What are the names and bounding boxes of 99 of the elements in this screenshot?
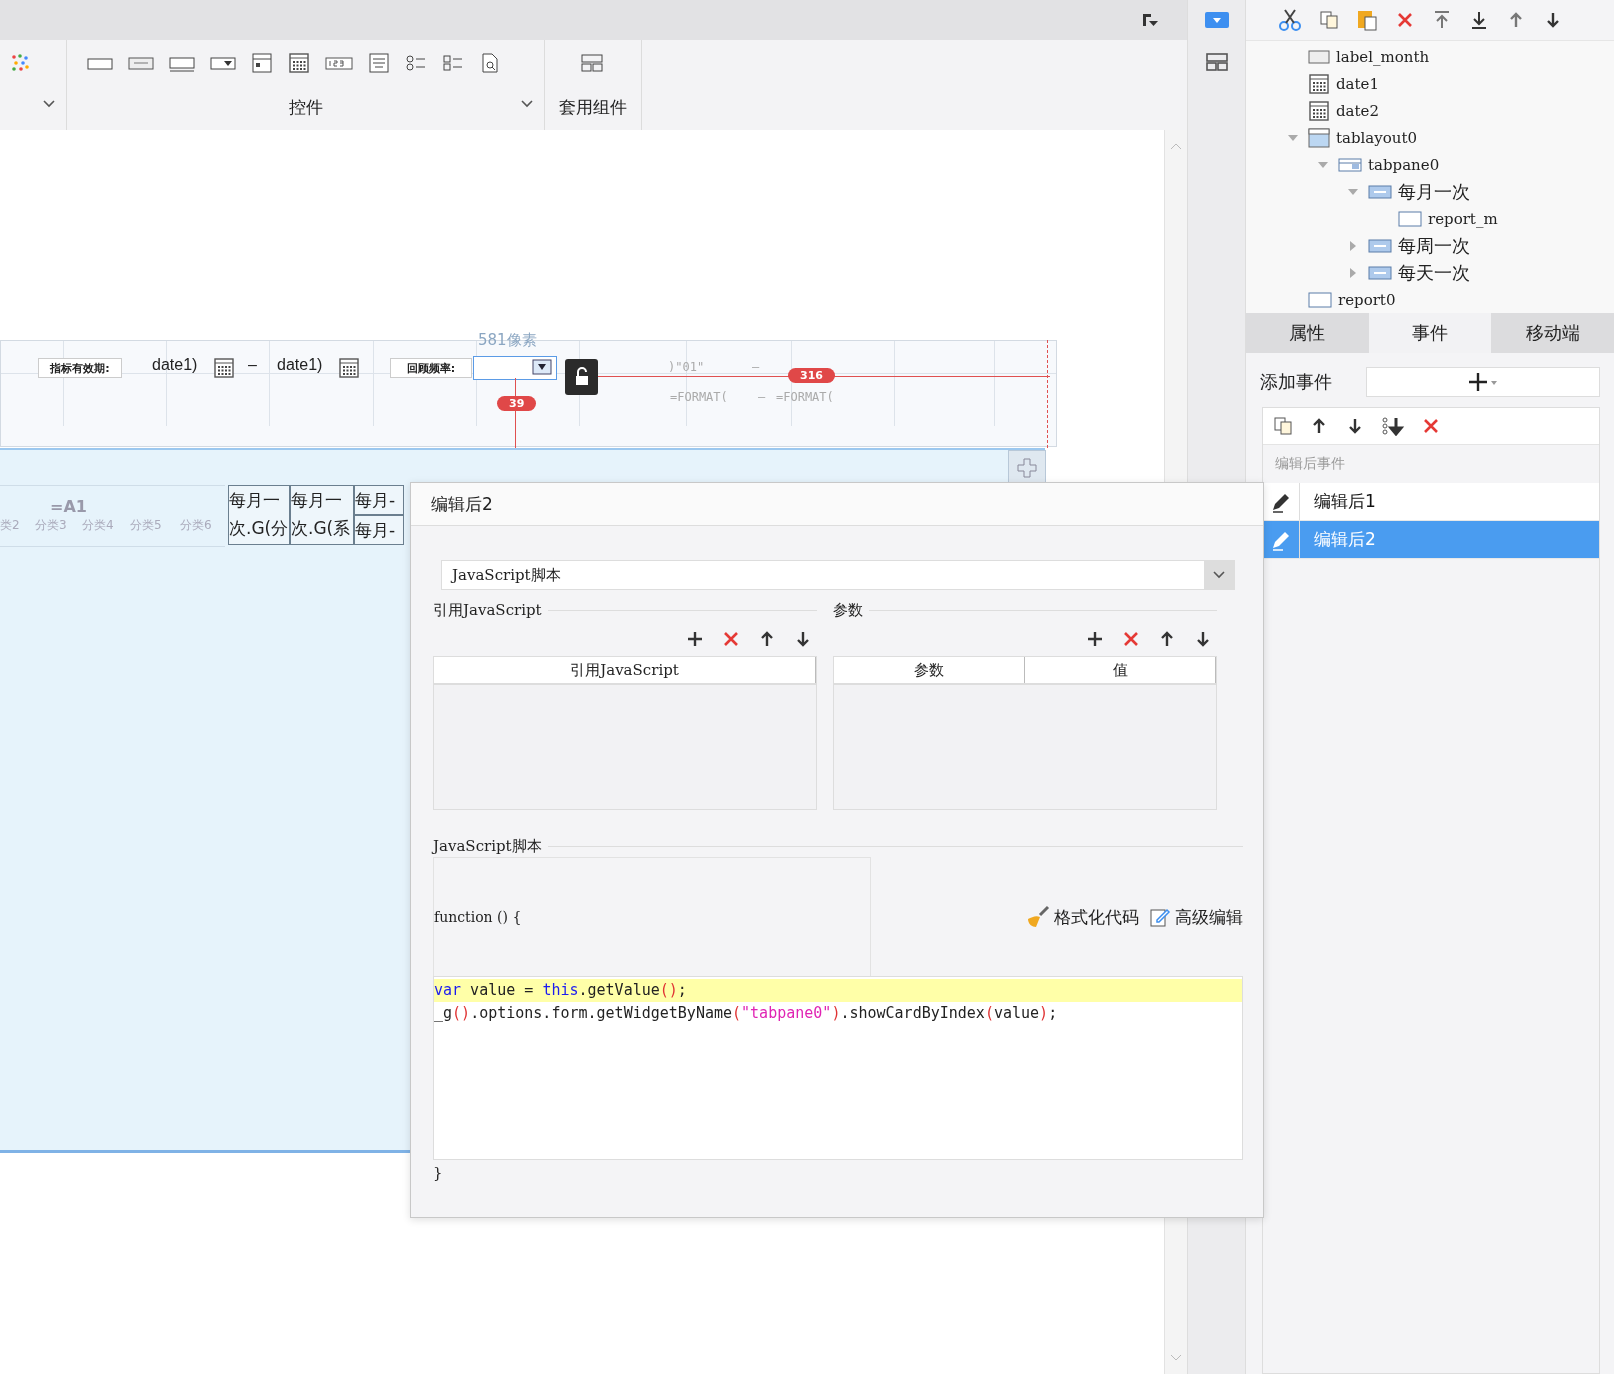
tree-item[interactable]: report0 (1338, 290, 1396, 309)
tree-item[interactable]: date2 (1336, 101, 1379, 120)
sparkle-icon[interactable] (10, 52, 30, 73)
code-line: _g().options.form.getWidgetByName("tabpane0").showCardByIndex(value); (434, 1003, 1059, 1024)
report-icon (1308, 291, 1332, 308)
chevron-down-icon[interactable] (520, 99, 534, 109)
faded-dash: – (752, 360, 760, 374)
dash-text: – (248, 356, 257, 374)
paste-icon[interactable] (1356, 9, 1378, 31)
plus-icon (1016, 457, 1038, 479)
formula-text: =A1 (50, 498, 87, 515)
tab-icon (1368, 238, 1392, 253)
add-icon[interactable] (685, 629, 705, 649)
chevron-down-icon[interactable] (42, 99, 56, 109)
dialog-title: 编辑后2 (431, 492, 493, 516)
tree-item[interactable]: tablayout0 (1336, 128, 1418, 147)
calendar-icon (338, 357, 360, 379)
table-cell: 每月一次.G(系 (290, 485, 354, 545)
document-search-icon[interactable] (479, 52, 501, 73)
expand-arrow-icon[interactable] (1348, 186, 1358, 197)
table-cell: 每月- (354, 515, 404, 545)
column-header: 引用JavaScript (434, 657, 816, 683)
expand-arrow-icon[interactable] (1348, 267, 1358, 278)
header-cell: 分类3 (35, 518, 67, 532)
group-label: 套用组件 (559, 96, 627, 119)
table-cell: 每月一次.G(分 (228, 485, 290, 545)
tree-item[interactable]: tabpane0 (1368, 155, 1440, 174)
advanced-edit-button[interactable]: 高级编辑 (1149, 905, 1243, 929)
faded-formula: )"01" (668, 360, 705, 374)
tree-item[interactable]: label_month (1336, 47, 1430, 66)
faded-dash: – (758, 390, 766, 404)
widget-dropdown-icon[interactable] (1203, 10, 1230, 30)
layout-icon[interactable] (1204, 52, 1229, 72)
report-icon (1398, 210, 1422, 227)
section-label: 引用JavaScript (433, 600, 542, 620)
expand-arrow-icon[interactable] (1288, 132, 1298, 143)
faded-formula: =FORMAT( (776, 390, 834, 404)
tree-item[interactable]: 每月一次 (1398, 179, 1470, 204)
form-label: 指标有效期: (38, 358, 122, 378)
add-event-label: 添加事件 (1260, 370, 1332, 394)
brush-icon (1026, 905, 1050, 929)
sort-down-icon[interactable] (1381, 416, 1405, 436)
copy-icon[interactable] (1319, 10, 1339, 30)
dropdown-corner-icon[interactable] (1141, 12, 1159, 28)
tab-icon (1368, 184, 1392, 199)
panel-tab[interactable]: 事件 (1368, 313, 1492, 353)
expand-arrow-icon[interactable] (1318, 159, 1328, 170)
table-cell: 每月- (354, 485, 404, 515)
code-editor[interactable]: var value = this.getValue(); _g().options.form.getWidgetByName("tabpane0").showCardByIndex(value); (433, 976, 1243, 1160)
section-label: JavaScript脚本 (433, 836, 542, 856)
event-group-label: 编辑后事件 (1274, 454, 1346, 473)
date-field[interactable]: date1) (277, 356, 323, 374)
faded-formula: =FORMAT( (670, 390, 728, 404)
function-footer: } (433, 1164, 1243, 1182)
plus-dropdown-icon (1467, 371, 1499, 393)
calendar-icon (1308, 99, 1330, 122)
width-hint: 581像素 (478, 331, 537, 350)
move-top-icon[interactable] (1432, 10, 1452, 30)
move-bottom-icon[interactable] (1469, 10, 1489, 30)
radio-group-icon[interactable] (405, 52, 427, 73)
section-label: 参数 (833, 600, 863, 620)
label-icon (1308, 49, 1330, 64)
tab-pane-icon (1338, 157, 1362, 172)
calendar-icon (213, 357, 235, 379)
lock-icon (573, 367, 590, 387)
height-badge: 39 (497, 396, 537, 411)
layout-icon[interactable] (580, 52, 604, 73)
checkbox-group-icon[interactable] (442, 52, 464, 73)
calendar-icon (1308, 72, 1330, 95)
lock-button[interactable] (565, 359, 598, 395)
column-header: 参数 (834, 657, 1025, 683)
copy-icon[interactable] (1273, 416, 1293, 436)
offset-badge: 316 (788, 368, 835, 383)
cut-icon[interactable] (1278, 8, 1302, 32)
layout-icon (1308, 127, 1330, 148)
header-cell: 分类6 (180, 518, 212, 532)
format-code-button[interactable]: 格式化代码 (1026, 905, 1139, 929)
list-view-icon[interactable] (251, 52, 273, 73)
header-cell: 类2 (0, 518, 20, 532)
add-icon[interactable] (1085, 629, 1105, 649)
edit-icon (1149, 906, 1171, 928)
calendar-icon (288, 51, 310, 74)
header-cell: 分类5 (130, 518, 162, 532)
tree-item[interactable]: report_m (1428, 209, 1498, 228)
header-cell: 分类4 (82, 518, 114, 532)
tree-item[interactable]: 每周一次 (1398, 233, 1470, 258)
tree-item[interactable]: date1 (1336, 74, 1379, 93)
column-header: 值 (1025, 657, 1216, 683)
group-label: 控件 (288, 96, 323, 119)
script-type-select[interactable]: JavaScript脚本 (441, 560, 1235, 590)
chevron-down-icon (1212, 570, 1226, 580)
document-list-icon[interactable] (368, 52, 390, 73)
tab-icon (1368, 265, 1392, 280)
tree-item[interactable]: 每天一次 (1398, 260, 1470, 285)
function-header: function () { (434, 909, 522, 925)
form-label: 回顾频率: (390, 358, 472, 378)
expand-arrow-icon[interactable] (1348, 240, 1358, 251)
event-item[interactable]: 编辑后1 (1263, 483, 1599, 521)
date-field[interactable]: date1) (152, 356, 198, 374)
